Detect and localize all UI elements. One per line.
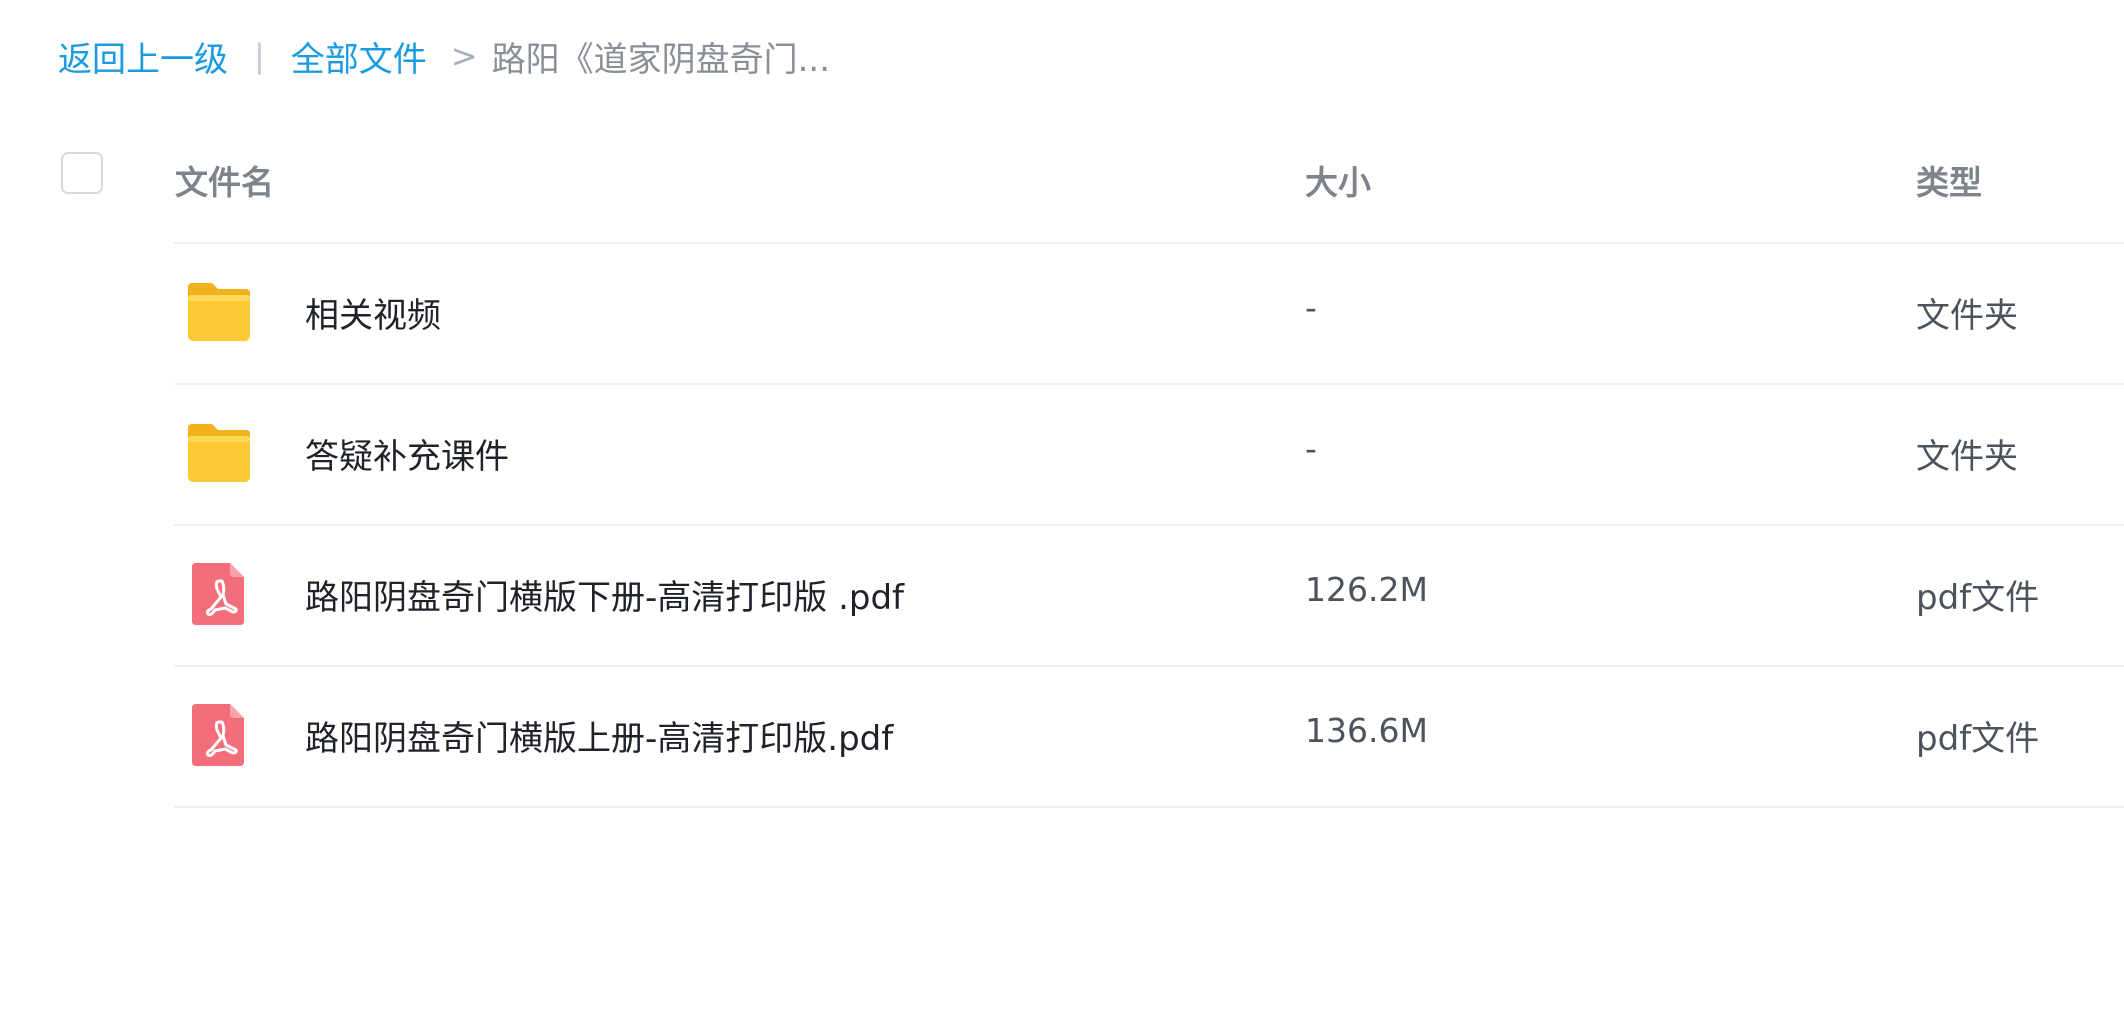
file-name[interactable]: 路阳阴盘奇门横版上册-高清打印版.pdf [305,711,893,760]
folder-icon [188,283,250,341]
table-header: 文件名 大小 类型 [0,140,2124,244]
file-size: - [1305,429,1317,468]
file-name[interactable]: 相关视频 [305,288,441,337]
breadcrumb-arrow: > [450,37,478,75]
file-name[interactable]: 路阳阴盘奇门横版下册-高清打印版 .pdf [305,570,904,619]
select-all-checkbox[interactable] [61,152,103,194]
table-row[interactable]: 相关视频 - 文件夹 [174,244,2124,385]
breadcrumb-separator: | [254,37,265,75]
file-type: 文件夹 [1916,296,2018,336]
file-size: 136.6M [1305,711,1428,750]
pdf-icon [192,563,244,625]
back-link[interactable]: 返回上一级 [58,32,228,81]
breadcrumb-current-folder: 路阳《道家阴盘奇门... [491,39,831,80]
file-table: 文件名 大小 类型 相关视频 - 文件夹 答疑补充课件 - 文件夹 路阳阴盘奇门… [0,140,2124,808]
file-type: pdf文件 [1916,719,2040,759]
file-name[interactable]: 答疑补充课件 [305,429,509,478]
pdf-icon [192,704,244,766]
file-type: 文件夹 [1916,437,2018,477]
table-row[interactable]: 答疑补充课件 - 文件夹 [174,385,2124,526]
table-row[interactable]: 路阳阴盘奇门横版下册-高清打印版 .pdf 126.2M pdf文件 [174,526,2124,667]
file-size: - [1305,288,1317,327]
all-files-link[interactable]: 全部文件 [291,32,427,81]
file-browser: 返回上一级 | 全部文件 > 路阳《道家阴盘奇门... 文件名 大小 类型 相关… [0,0,2124,1011]
file-size: 126.2M [1305,570,1428,609]
breadcrumb: 返回上一级 | 全部文件 > 路阳《道家阴盘奇门... [58,30,830,82]
file-type: pdf文件 [1916,578,2040,618]
column-header-size[interactable]: 大小 [1305,156,1371,204]
column-header-type[interactable]: 类型 [1916,156,1982,204]
folder-icon [188,424,250,482]
table-row[interactable]: 路阳阴盘奇门横版上册-高清打印版.pdf 136.6M pdf文件 [174,667,2124,808]
column-header-name[interactable]: 文件名 [175,156,274,204]
